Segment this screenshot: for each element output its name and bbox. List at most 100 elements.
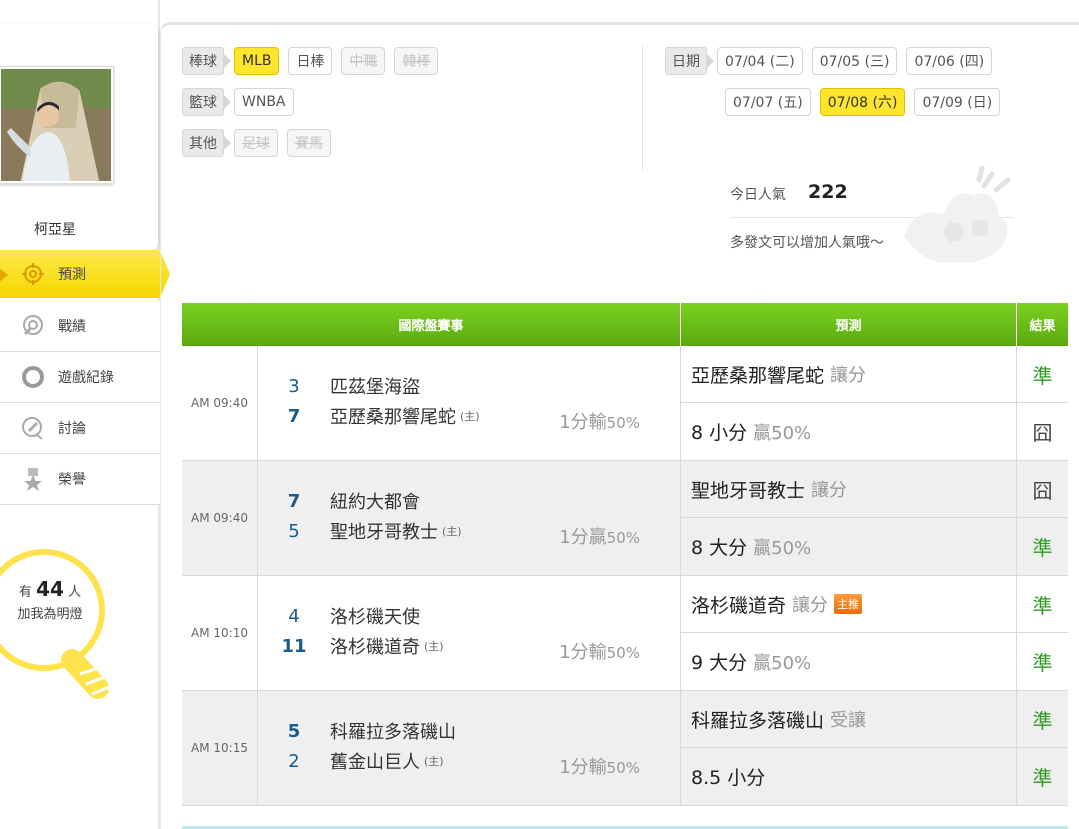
active-pointer-icon	[0, 267, 8, 283]
game-time: AM 10:15	[182, 691, 258, 805]
result-cell: 準	[1017, 576, 1068, 633]
spread-result: 1分輸50%	[559, 753, 640, 779]
prediction-cell: 聖地牙哥教士 讓分	[681, 461, 1016, 518]
nav-label: 預測	[58, 267, 86, 283]
prediction-cell: 亞歷桑那響尾蛇 讓分	[681, 346, 1016, 403]
fans-count: 44	[36, 577, 64, 601]
game-teams: 4 洛杉磯天使 11 洛杉磯道奇 (主) 1分輸50%	[258, 576, 681, 690]
date-chip[interactable]: 07/05 (三)	[811, 47, 898, 75]
filter-basketball: 籃球 WNBA	[182, 88, 303, 116]
result-cell: 準	[1032, 651, 1053, 675]
home-mark: (主)	[460, 410, 480, 423]
game-predictions: 科羅拉多落磯山 受讓 8.5 小分	[681, 691, 1017, 805]
record-icon	[20, 313, 46, 339]
table-row: AM 10:15 5 科羅拉多落磯山 2 舊金山巨人 (主) 1分輸50% 科羅…	[182, 691, 1068, 806]
away-team: 3 匹茲堡海盜	[258, 372, 680, 400]
filter-divider	[642, 46, 643, 170]
date-chip[interactable]: 07/09 (日)	[914, 88, 1001, 116]
avatar[interactable]	[0, 66, 114, 184]
chip-mlb[interactable]: MLB	[234, 47, 280, 75]
fans-suffix: 人	[68, 585, 82, 600]
spread-text: 1分輸	[559, 642, 607, 663]
prediction-main: 聖地牙哥教士	[691, 479, 806, 502]
chip-cpbl: 中職	[341, 47, 386, 75]
nav-item-predict[interactable]: 預測	[0, 250, 170, 298]
spread-pct: 50%	[606, 759, 640, 777]
away-score: 3	[288, 375, 300, 397]
prediction-sub: 贏50%	[753, 537, 812, 559]
spread-result: 1分贏50%	[559, 523, 640, 549]
prediction-sub: 贏50%	[753, 652, 812, 674]
popularity-hint: 多發文可以增加人氣哦～	[730, 235, 884, 251]
header-prediction: 預測	[681, 303, 1017, 346]
game-time: AM 09:40	[182, 461, 258, 575]
fans-caption: 加我為明燈	[17, 607, 83, 622]
prediction-main: 科羅拉多落磯山	[691, 709, 825, 732]
away-team: 7 紐約大都會	[258, 487, 680, 515]
away-name[interactable]: 科羅拉多落磯山	[330, 718, 456, 744]
game-predictions: 亞歷桑那響尾蛇 讓分 8 小分 贏50%	[681, 346, 1017, 460]
away-name[interactable]: 匹茲堡海盜	[330, 373, 420, 399]
date-chip-selected[interactable]: 07/08 (六)	[819, 88, 906, 116]
spread-result: 1分輸50%	[559, 408, 640, 434]
spread-result: 1分輸50%	[559, 638, 640, 664]
fans-counter[interactable]: 有 44 人 加我為明燈	[0, 578, 100, 626]
filter-baseball: 棒球 MLB 日棒 中職 韓棒	[182, 47, 447, 75]
prediction-main: 8.5 小分	[691, 767, 766, 789]
spread-pct: 50%	[606, 644, 640, 662]
prediction-main: 8 小分	[691, 422, 748, 444]
prediction-sub: 讓分	[830, 365, 867, 386]
home-name[interactable]: 洛杉磯道奇	[330, 633, 420, 659]
avatar-photo	[1, 69, 111, 181]
header-result: 結果	[1029, 319, 1056, 334]
chip-wnba[interactable]: WNBA	[234, 88, 294, 116]
prediction-sub: 讓分	[811, 480, 848, 501]
table-row: AM 10:10 4 洛杉磯天使 11 洛杉磯道奇 (主) 1分輸50% 洛杉磯…	[182, 576, 1068, 691]
prediction-main: 8 大分	[691, 537, 748, 559]
away-name[interactable]: 紐約大都會	[330, 488, 420, 514]
date-row-2: 07/07 (五) 07/08 (六) 07/09 (日)	[725, 88, 1009, 116]
popularity-label: 今日人氣	[730, 187, 786, 203]
featured-pick-badge: 主推	[834, 594, 863, 614]
home-mark: (主)	[424, 755, 444, 768]
game-results: 囧 準	[1017, 461, 1068, 575]
game-teams: 7 紐約大都會 5 聖地牙哥教士 (主) 1分贏50%	[258, 461, 681, 575]
lightbulb-icon	[0, 549, 113, 699]
nav-item-game-log[interactable]: 遊戲紀錄	[0, 352, 160, 403]
date-chip[interactable]: 07/04 (二)	[717, 47, 803, 75]
game-predictions: 聖地牙哥教士 讓分 8 大分 贏50%	[681, 461, 1017, 575]
chip-npb[interactable]: 日棒	[288, 47, 333, 75]
game-teams: 5 科羅拉多落磯山 2 舊金山巨人 (主) 1分輸50%	[258, 691, 681, 805]
home-score: 2	[288, 750, 300, 772]
away-score: 5	[287, 720, 301, 742]
nav-label: 遊戲紀錄	[58, 370, 114, 386]
header-match: 國際盤賽事	[182, 303, 681, 346]
away-score: 4	[288, 605, 300, 627]
home-name[interactable]: 舊金山巨人	[330, 748, 420, 774]
spread-text: 1分輸	[559, 757, 607, 778]
prediction-cell: 8 小分 贏50%	[681, 403, 1016, 460]
nav-item-honor[interactable]: 榮譽	[0, 454, 160, 505]
result-cell: 準	[1017, 691, 1068, 748]
nav-label: 榮譽	[58, 472, 86, 488]
category-label: 棒球	[182, 47, 231, 75]
date-chip[interactable]: 07/07 (五)	[725, 88, 811, 116]
home-name[interactable]: 聖地牙哥教士	[330, 518, 438, 544]
date-chip[interactable]: 07/06 (四)	[906, 47, 993, 75]
profile-card: 柯亞星	[0, 24, 158, 250]
spread-text: 1分贏	[559, 527, 607, 548]
nav-item-discussion[interactable]: 討論	[0, 403, 160, 454]
prediction-cell: 8 大分 贏50%	[681, 518, 1016, 575]
away-team: 5 科羅拉多落磯山	[258, 717, 680, 745]
nav-item-record[interactable]: 戰績	[0, 301, 160, 352]
popularity-value: 222	[808, 181, 848, 203]
nav-label: 戰績	[58, 319, 86, 335]
home-name[interactable]: 亞歷桑那響尾蛇	[330, 403, 456, 429]
prediction-main: 洛杉磯道奇	[691, 594, 787, 617]
prediction-sub: 贏50%	[753, 422, 812, 444]
filter-other: 其他 足球 賽馬	[182, 129, 340, 157]
category-label: 其他	[182, 129, 231, 157]
away-name[interactable]: 洛杉磯天使	[330, 603, 420, 629]
prediction-sub: 讓分	[792, 595, 829, 616]
ring-icon	[20, 364, 46, 390]
